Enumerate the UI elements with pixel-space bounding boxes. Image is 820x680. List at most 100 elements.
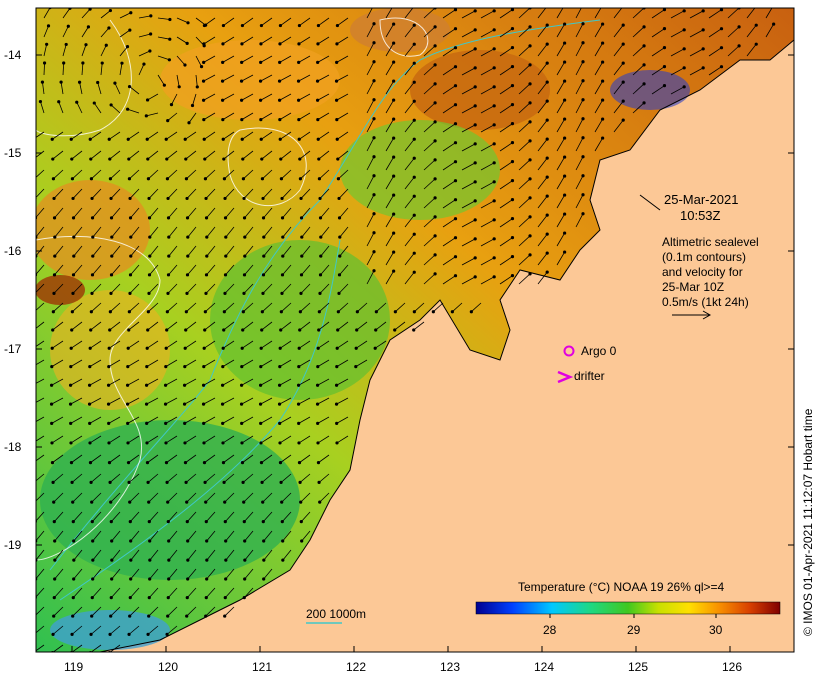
velocity-arrow-head	[177, 85, 181, 89]
velocity-arrow-head	[642, 101, 646, 105]
velocity-arrow-head	[621, 80, 625, 84]
velocity-arrow-head	[510, 8, 515, 12]
velocity-arrow-head	[204, 291, 208, 295]
velocity-arrow-head	[201, 98, 206, 102]
velocity-arrow-head	[129, 558, 133, 562]
velocity-arrow-head	[166, 273, 171, 277]
velocity-arrow-head	[49, 383, 54, 387]
velocity-arrow-head	[316, 137, 320, 141]
velocity-arrow-head	[199, 65, 204, 69]
velocity-arrow-head	[581, 79, 585, 83]
velocity-arrow-head	[372, 231, 376, 235]
velocity-arrow-head	[32, 138, 35, 141]
velocity-arrow-head	[165, 632, 169, 636]
velocity-arrow-head	[144, 402, 149, 406]
velocity-arrow-head	[70, 480, 74, 484]
velocity-arrow-head	[412, 194, 416, 198]
velocity-arrow-head	[89, 632, 93, 636]
velocity-arrow-head	[545, 137, 549, 141]
velocity-arrow-head	[185, 291, 189, 295]
velocity-arrow-head	[220, 79, 225, 83]
velocity-arrow-head	[164, 137, 168, 141]
velocity-arrow-head	[84, 43, 88, 47]
y-tick-label: -16	[4, 244, 22, 258]
velocity-arrow-head	[129, 539, 133, 543]
velocity-arrow-head	[528, 63, 532, 67]
velocity-arrow-head	[100, 61, 104, 65]
velocity-arrow-head	[528, 177, 532, 181]
velocity-arrow-head	[69, 346, 73, 350]
velocity-arrow-head	[372, 41, 376, 45]
velocity-arrow-head	[278, 118, 282, 122]
velocity-arrow-head	[374, 310, 378, 314]
velocity-arrow-head	[126, 346, 130, 350]
velocity-arrow-head	[258, 79, 263, 83]
velocity-arrow-head	[51, 177, 56, 181]
velocity-arrow-head	[563, 41, 567, 45]
velocity-arrow-head	[277, 98, 282, 102]
velocity-arrow-head	[69, 441, 73, 445]
velocity-arrow-head	[241, 310, 245, 314]
velocity-arrow-head	[278, 421, 282, 425]
velocity-arrow-head	[510, 103, 515, 107]
velocity-arrow-head	[202, 441, 206, 445]
velocity-arrow-head	[224, 539, 228, 543]
velocity-arrow-head	[545, 251, 549, 255]
velocity-arrow-head	[52, 196, 56, 201]
velocity-arrow-head	[88, 461, 93, 465]
velocity-arrow-head	[239, 98, 244, 102]
velocity-arrow-head	[337, 196, 341, 201]
velocity-arrow-head	[148, 235, 152, 239]
velocity-arrow-head	[91, 235, 95, 239]
velocity-arrow-head	[89, 310, 93, 314]
velocity-arrow-head	[642, 44, 646, 48]
velocity-arrow-head	[259, 42, 263, 46]
velocity-arrow-head	[337, 216, 342, 220]
velocity-arrow-head	[72, 539, 76, 543]
velocity-arrow-head	[164, 364, 168, 369]
velocity-arrow-head	[87, 402, 92, 406]
y-tick-label: -19	[4, 538, 22, 552]
velocity-arrow-head	[50, 421, 54, 425]
velocity-arrow-head	[510, 84, 515, 88]
velocity-arrow-head	[107, 364, 111, 369]
velocity-arrow-head	[510, 274, 515, 278]
velocity-arrow-head	[147, 196, 151, 201]
velocity-arrow-head	[169, 103, 174, 107]
velocity-arrow-head	[90, 520, 94, 524]
velocity-arrow-head	[62, 61, 66, 65]
velocity-arrow-head	[107, 26, 111, 30]
velocity-arrow-head	[107, 441, 111, 445]
velocity-arrow-head	[372, 193, 376, 197]
velocity-arrow-head	[279, 310, 283, 314]
y-tick-label: -15	[4, 146, 22, 160]
velocity-arrow-head	[126, 107, 130, 111]
velocity-arrow-head	[431, 310, 435, 314]
velocity-arrow-head	[412, 156, 416, 160]
velocity-arrow-head	[202, 364, 206, 369]
velocity-arrow-head	[719, 27, 724, 31]
sst-map: -14 -15 -16 -17 -18 -19 119 120 121 122 …	[4, 3, 815, 674]
velocity-arrow-head	[88, 346, 92, 350]
velocity-arrow-head	[492, 85, 496, 89]
velocity-arrow-head	[148, 254, 152, 258]
velocity-arrow-head	[545, 118, 549, 122]
velocity-arrow-head	[202, 42, 206, 46]
velocity-arrow-head	[682, 9, 686, 13]
velocity-arrow-head	[186, 558, 190, 562]
velocity-arrow-head	[279, 480, 283, 484]
velocity-arrow-head	[148, 577, 152, 581]
velocity-arrow-head	[279, 157, 283, 161]
velocity-arrow-head	[298, 480, 302, 484]
velocity-arrow-head	[299, 291, 303, 295]
velocity-arrow-head	[128, 596, 132, 600]
velocity-arrow-head	[109, 196, 113, 201]
velocity-arrow-head	[563, 3, 566, 6]
velocity-arrow-head	[299, 273, 304, 277]
velocity-arrow-head	[492, 199, 496, 203]
velocity-arrow-head	[165, 328, 169, 332]
velocity-arrow-head	[473, 66, 477, 70]
velocity-arrow-head	[334, 98, 339, 102]
velocity-arrow-head	[682, 47, 686, 51]
velocity-arrow-head	[223, 520, 227, 524]
